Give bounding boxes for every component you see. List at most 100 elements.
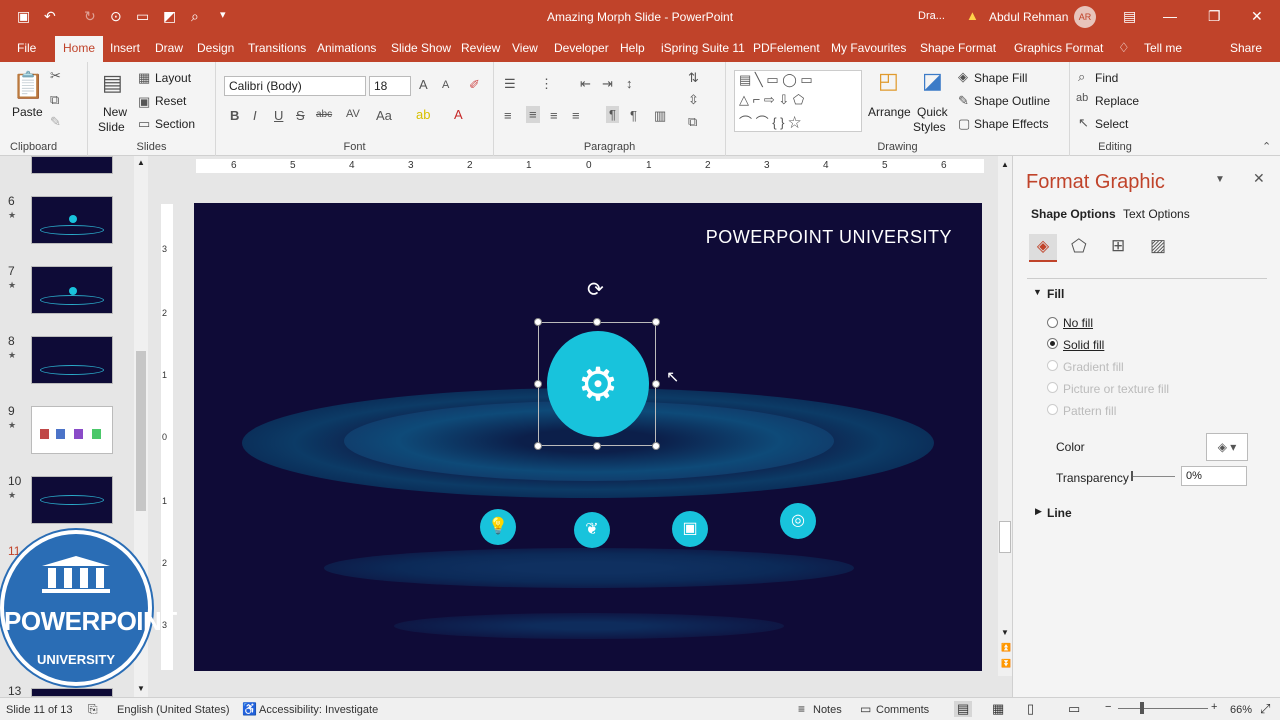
- tab-review[interactable]: Review: [461, 41, 500, 55]
- numbering-icon[interactable]: ⋮: [540, 76, 553, 92]
- shapes-gallery[interactable]: ▤ ╲ ▭ ◯ ▭ △ ⌐ ⇨ ⇩ ⬠ ⌒ ⌒ { } ☆: [734, 70, 862, 132]
- tab-home[interactable]: Home: [55, 36, 104, 62]
- gradient-fill-label[interactable]: Gradient fill: [1063, 360, 1124, 374]
- zoom-in-icon[interactable]: +: [1211, 701, 1217, 713]
- pane-options-icon[interactable]: ▼: [1215, 174, 1225, 185]
- triangle-shape-icon[interactable]: △ ⌐ ⇨ ⇩ ⬠: [739, 92, 804, 108]
- user-name[interactable]: Abdul Rehman: [989, 10, 1068, 24]
- shape-fill-button[interactable]: Shape Fill: [974, 71, 1027, 85]
- zoom-out-icon[interactable]: −: [1105, 701, 1111, 713]
- italic-icon[interactable]: I: [253, 108, 257, 123]
- tab-text-options[interactable]: Text Options: [1123, 207, 1190, 221]
- fill-line-icon[interactable]: ◈: [1029, 234, 1057, 262]
- decrease-indent-icon[interactable]: ⇤: [580, 76, 591, 92]
- solid-fill-radio[interactable]: [1047, 338, 1058, 349]
- bullets-icon[interactable]: ☰: [504, 76, 516, 92]
- tab-draw[interactable]: Draw: [155, 41, 183, 55]
- curve-shape-icon[interactable]: ⌒ ⌒ { } ☆: [739, 112, 801, 131]
- align-center-icon[interactable]: ≡: [526, 106, 540, 123]
- slide-thumbnail-10[interactable]: [31, 476, 113, 524]
- justify-icon[interactable]: ≡: [572, 108, 580, 123]
- resize-handle[interactable]: [652, 380, 660, 388]
- resize-handle[interactable]: [534, 442, 542, 450]
- shape-effects-button[interactable]: Shape Effects: [974, 117, 1049, 131]
- scroll-up-icon[interactable]: ▲: [1001, 160, 1009, 169]
- select-button[interactable]: Select: [1095, 117, 1128, 131]
- next-slide-icon[interactable]: ⏬: [1001, 659, 1011, 668]
- scroll-down-icon[interactable]: ▼: [1001, 628, 1009, 637]
- slide-sorter-icon[interactable]: ▦: [992, 701, 1004, 717]
- change-case-icon[interactable]: Aa: [376, 108, 392, 123]
- resize-handle[interactable]: [534, 318, 542, 326]
- arrange-button[interactable]: Arrange: [868, 105, 911, 119]
- effects-icon[interactable]: ⬠: [1071, 236, 1087, 257]
- char-spacing-icon[interactable]: AV: [346, 108, 360, 120]
- slide-thumbnail-8[interactable]: [31, 336, 113, 384]
- line-section-header[interactable]: Line: [1047, 506, 1072, 520]
- collapse-ribbon-icon[interactable]: ⌃: [1262, 140, 1271, 153]
- font-size-select[interactable]: 18: [369, 76, 411, 96]
- restore-icon[interactable]: ❐: [1208, 8, 1221, 25]
- slide-thumbnail-6[interactable]: [31, 196, 113, 244]
- gradient-fill-radio[interactable]: [1047, 360, 1058, 371]
- no-fill-label[interactable]: No fill: [1063, 316, 1093, 330]
- tab-pdfelement[interactable]: PDFelement: [753, 41, 820, 55]
- tab-my-favourites[interactable]: My Favourites: [831, 41, 906, 55]
- shadow-icon[interactable]: S: [296, 108, 305, 123]
- scroll-up-icon[interactable]: ▲: [137, 158, 145, 167]
- color-picker-button[interactable]: ◈ ▾: [1206, 433, 1248, 461]
- notes-button[interactable]: Notes: [813, 704, 842, 716]
- font-family-select[interactable]: Calibri (Body): [224, 76, 366, 96]
- slide-thumbnail-13[interactable]: [31, 688, 113, 697]
- previous-slide-icon[interactable]: ⏫: [1001, 643, 1011, 652]
- new-slide-icon[interactable]: ▤: [102, 70, 123, 96]
- section-button[interactable]: Section: [155, 117, 195, 131]
- quick-styles-label-2[interactable]: Styles: [913, 120, 946, 134]
- underline-icon[interactable]: U: [274, 108, 283, 123]
- resize-handle[interactable]: [593, 442, 601, 450]
- minimize-icon[interactable]: —: [1163, 8, 1177, 24]
- target-icon[interactable]: ◎: [780, 503, 816, 539]
- rtl-icon[interactable]: ¶: [630, 108, 637, 123]
- share-button[interactable]: Share: [1230, 41, 1262, 55]
- reset-button[interactable]: Reset: [155, 94, 186, 108]
- close-icon[interactable]: ✕: [1251, 8, 1263, 25]
- tab-help[interactable]: Help: [620, 41, 645, 55]
- textbox-shape-icon[interactable]: ▤ ╲ ▭ ◯ ▭: [739, 72, 813, 88]
- size-properties-icon[interactable]: ⊞: [1111, 236, 1125, 256]
- tab-animations[interactable]: Animations: [317, 41, 376, 55]
- increase-font-icon[interactable]: A: [419, 77, 428, 92]
- slideshow-view-icon[interactable]: ▭: [1068, 701, 1080, 717]
- pattern-fill-radio[interactable]: [1047, 404, 1058, 415]
- paste-icon[interactable]: 📋: [12, 70, 44, 101]
- zoom-slider-thumb[interactable]: [1140, 702, 1144, 714]
- shape-outline-button[interactable]: Shape Outline: [974, 94, 1050, 108]
- resize-handle[interactable]: [593, 318, 601, 326]
- accessibility-status[interactable]: Accessibility: Investigate: [259, 704, 378, 716]
- tab-graphics-format[interactable]: Graphics Format: [1014, 41, 1103, 55]
- bold-icon[interactable]: B: [230, 108, 239, 123]
- transparency-slider[interactable]: [1131, 476, 1175, 477]
- pane-close-icon[interactable]: ✕: [1253, 170, 1265, 187]
- tell-me-search[interactable]: Tell me: [1144, 41, 1182, 55]
- cut-icon[interactable]: ✂: [50, 68, 61, 84]
- canvas-scroll-thumb[interactable]: [999, 521, 1011, 553]
- normal-view-icon[interactable]: ▤: [954, 701, 973, 717]
- line-expand-icon[interactable]: ▶: [1035, 506, 1042, 517]
- slide-thumbnail-9[interactable]: [31, 406, 113, 454]
- ltr-icon[interactable]: ¶: [606, 106, 619, 123]
- arrange-icon[interactable]: ◰: [878, 68, 899, 94]
- tab-view[interactable]: View: [512, 41, 538, 55]
- text-direction-icon[interactable]: ⇅: [688, 70, 699, 86]
- align-left-icon[interactable]: ≡: [504, 108, 512, 123]
- tab-slide-show[interactable]: Slide Show: [391, 41, 451, 55]
- ribbon-display-icon[interactable]: ▤: [1123, 8, 1136, 25]
- highlight-icon[interactable]: ab: [416, 107, 430, 122]
- paste-button[interactable]: Paste: [12, 105, 43, 119]
- smartart-icon[interactable]: ⧉: [688, 114, 697, 130]
- resize-handle[interactable]: [652, 318, 660, 326]
- fill-expand-icon[interactable]: ▼: [1033, 287, 1042, 297]
- format-painter-icon[interactable]: ✎: [50, 114, 61, 130]
- resize-handle[interactable]: [534, 380, 542, 388]
- transparency-input[interactable]: 0%: [1181, 466, 1247, 486]
